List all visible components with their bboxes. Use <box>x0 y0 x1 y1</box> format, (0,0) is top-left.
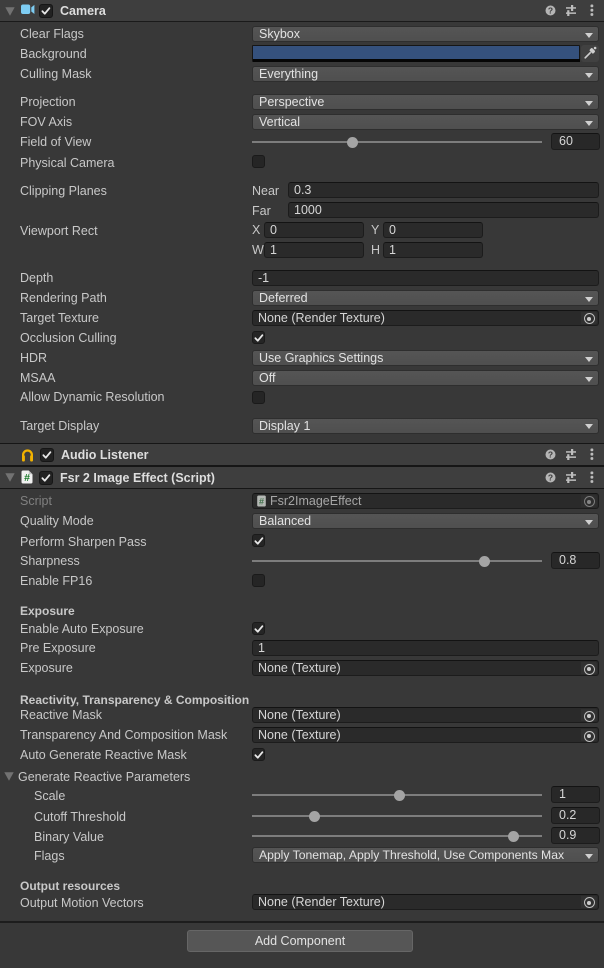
svg-text:?: ? <box>548 449 553 459</box>
svg-text:?: ? <box>548 5 553 15</box>
svg-text:#: # <box>24 472 30 484</box>
svg-text:?: ? <box>548 472 553 482</box>
svg-text:#: # <box>259 497 264 507</box>
